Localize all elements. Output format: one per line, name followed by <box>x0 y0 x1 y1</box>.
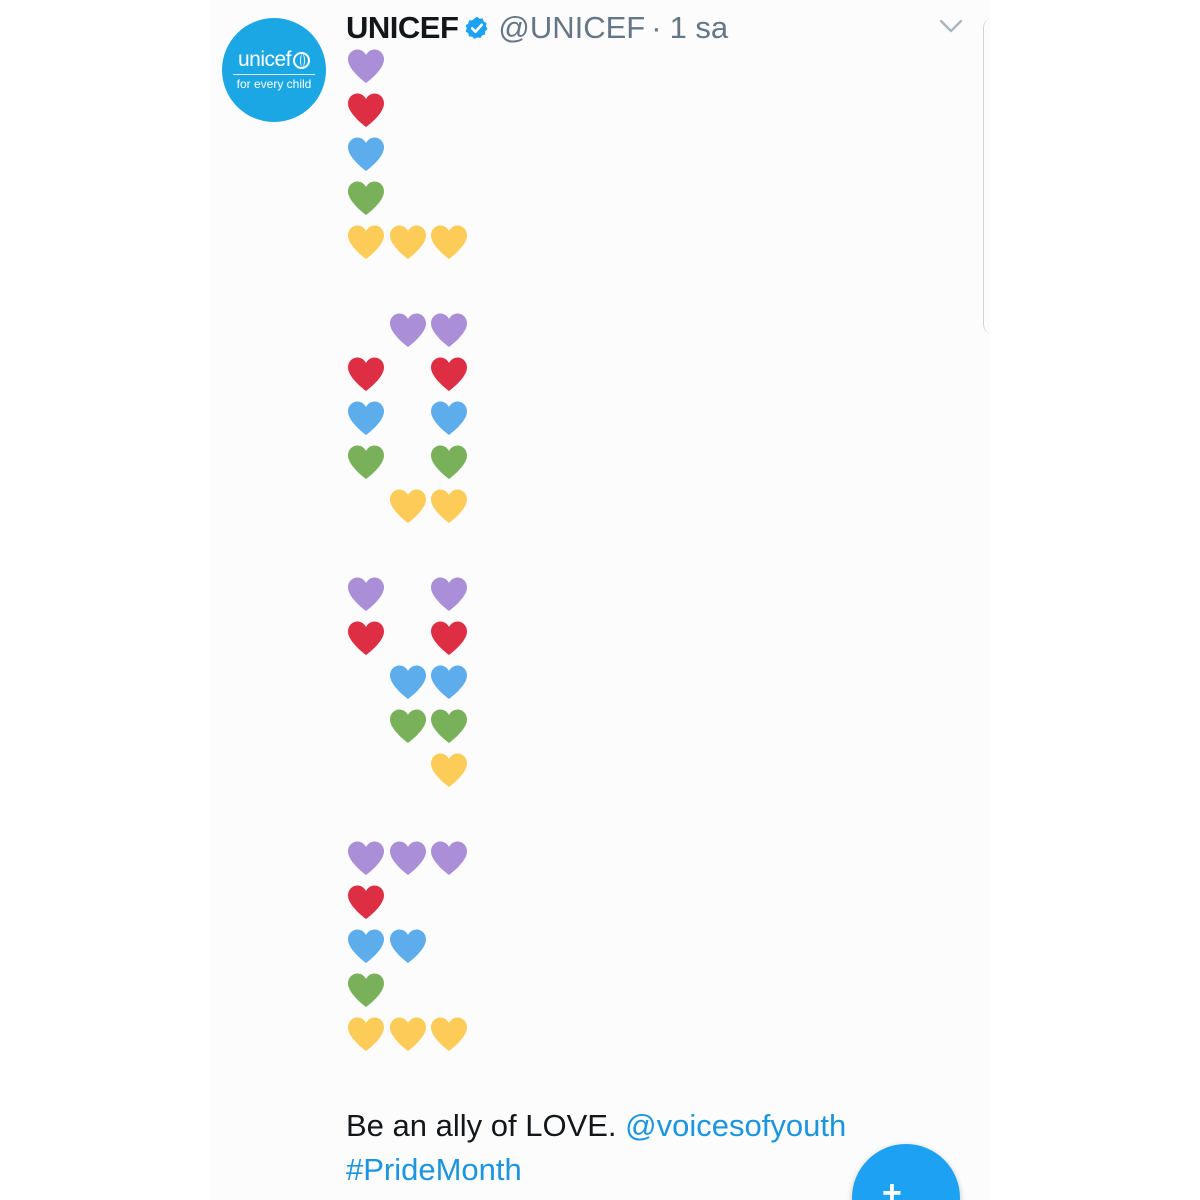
green-heart-icon <box>348 181 384 215</box>
tweet-detail-screen: unicef for every child UNICEF @UNICEF · … <box>0 0 1200 1200</box>
purple-heart-icon <box>389 313 426 347</box>
red-heart-icon <box>348 357 384 391</box>
user-handle[interactable]: @UNICEF <box>498 10 645 46</box>
purple-heart-icon <box>431 841 467 875</box>
blue-heart-icon <box>348 401 384 435</box>
green-heart-icon <box>348 445 384 479</box>
red-heart-icon <box>431 357 467 391</box>
red-heart-icon <box>431 621 467 655</box>
tweet-header: UNICEF @UNICEF · 1 sa <box>346 8 728 48</box>
yellow-heart-icon <box>389 225 426 259</box>
blue-heart-icon <box>389 929 426 963</box>
avatar-tagline: for every child <box>236 77 312 91</box>
purple-heart-icon <box>431 577 467 611</box>
globe-icon <box>293 51 311 69</box>
blue-heart-icon <box>348 929 384 963</box>
hashtag-link[interactable]: #PrideMonth <box>346 1152 522 1187</box>
blue-heart-icon <box>389 665 426 699</box>
blue-heart-icon <box>431 665 467 699</box>
yellow-heart-icon <box>431 1017 467 1051</box>
purple-heart-icon <box>348 49 384 83</box>
tweet-text-body: Be an ally of LOVE. <box>346 1108 617 1143</box>
avatar-brand: unicef <box>237 48 311 71</box>
chevron-down-icon[interactable] <box>938 16 964 36</box>
display-name[interactable]: UNICEF <box>346 10 459 46</box>
yellow-heart-icon <box>348 1017 384 1051</box>
green-heart-icon <box>348 973 384 1007</box>
blue-heart-icon <box>431 401 467 435</box>
purple-heart-icon <box>348 841 384 875</box>
yellow-heart-icon <box>389 1017 426 1051</box>
red-heart-icon <box>348 621 384 655</box>
panel-edge <box>983 18 993 334</box>
yellow-heart-icon <box>389 489 426 523</box>
purple-heart-icon <box>431 313 467 347</box>
verified-badge-icon <box>466 16 488 40</box>
tweet-panel <box>210 0 990 1200</box>
avatar-brand-text: unicef <box>237 48 292 71</box>
yellow-heart-icon <box>348 225 384 259</box>
green-heart-icon <box>389 709 426 743</box>
yellow-heart-icon <box>431 225 467 259</box>
compose-tweet-icon: + <box>882 1174 902 1200</box>
purple-heart-icon <box>389 841 426 875</box>
yellow-heart-icon <box>431 753 467 787</box>
green-heart-icon <box>431 445 467 479</box>
mention-link[interactable]: @voicesofyouth <box>625 1108 846 1143</box>
red-heart-icon <box>348 885 384 919</box>
avatar-divider <box>233 74 315 75</box>
yellow-heart-icon <box>431 489 467 523</box>
header-separator: · <box>651 10 662 45</box>
avatar[interactable]: unicef for every child <box>222 18 326 122</box>
green-heart-icon <box>431 709 467 743</box>
tweet-text: Be an ally of LOVE. @voicesofyouth #Prid… <box>346 1104 906 1192</box>
heart-emoji-art <box>346 48 546 1068</box>
tweet-timestamp[interactable]: 1 sa <box>670 10 729 46</box>
purple-heart-icon <box>348 577 384 611</box>
blue-heart-icon <box>348 137 384 171</box>
red-heart-icon <box>348 93 384 127</box>
